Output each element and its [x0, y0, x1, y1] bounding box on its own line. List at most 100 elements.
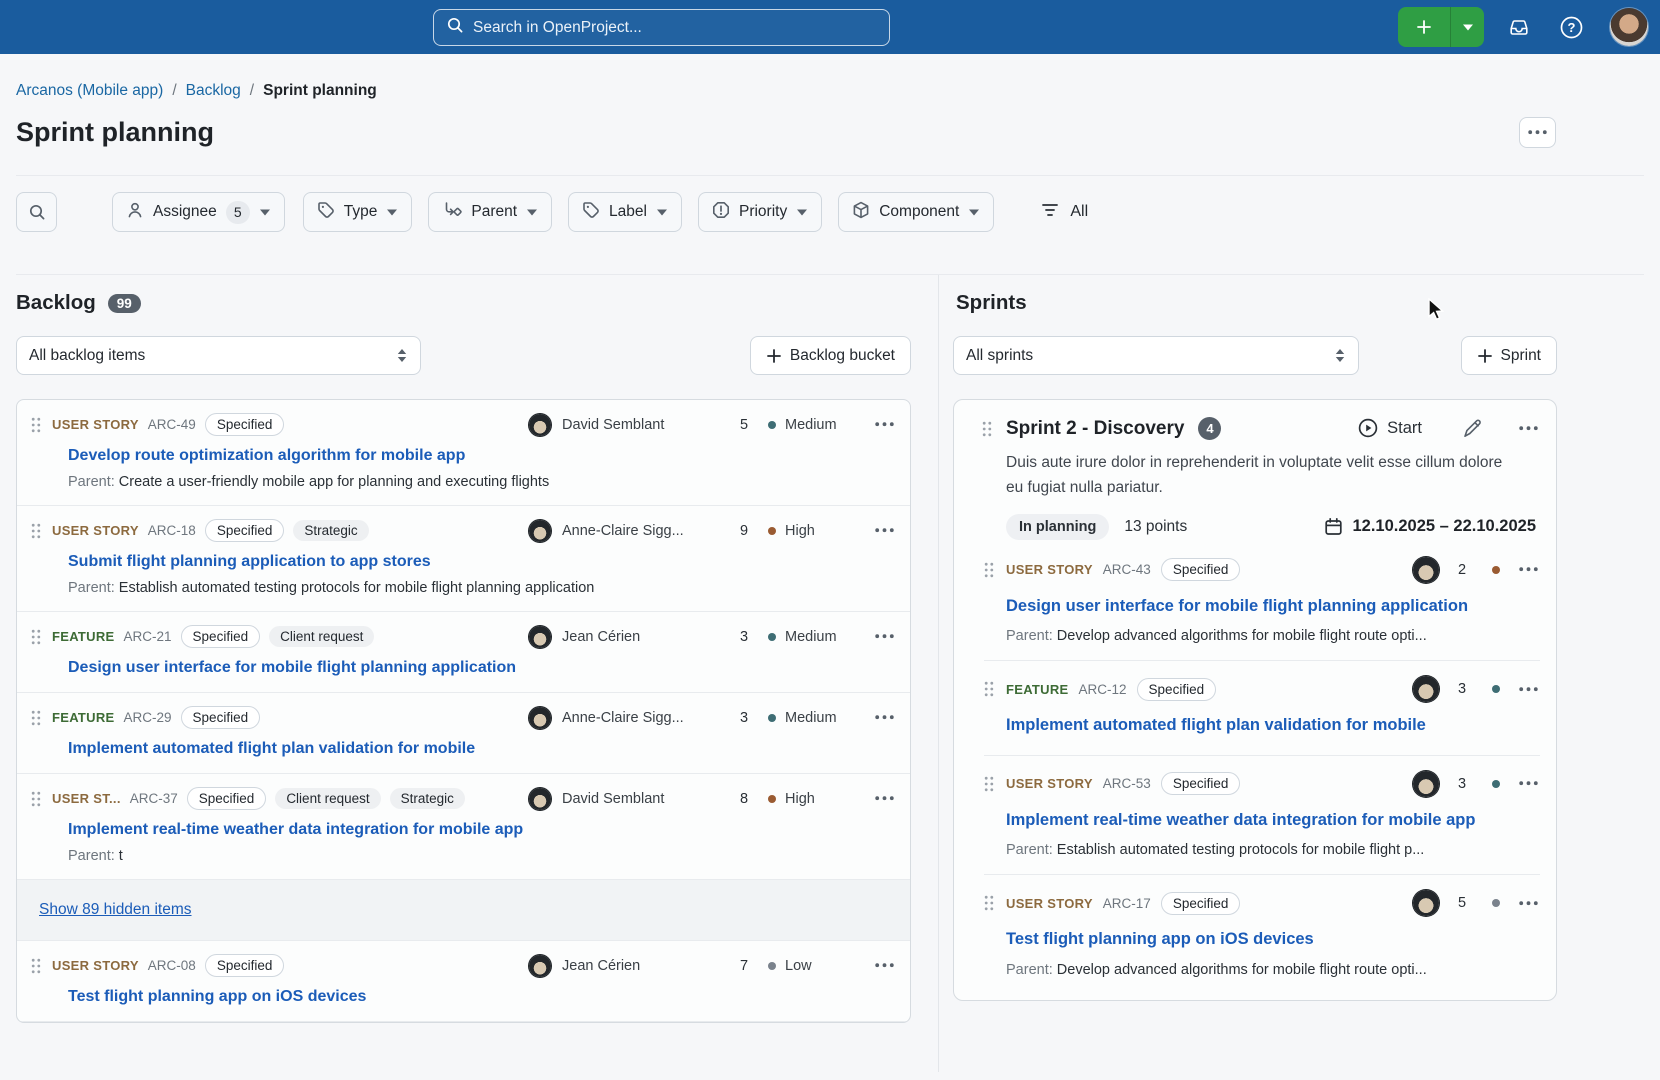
sprint-more-menu-button[interactable] — [1517, 422, 1540, 435]
play-circle-icon — [1358, 418, 1379, 439]
drag-handle[interactable] — [31, 523, 43, 539]
breadcrumb-project-link[interactable]: Arcanos (Mobile app) — [16, 82, 163, 100]
wp-parent: Parent: Create a user-friendly mobile ap… — [68, 474, 896, 490]
priority-dot-icon — [768, 962, 776, 970]
priority-dot-icon — [1492, 685, 1500, 693]
wp-type: FEATURE — [1006, 682, 1069, 697]
wp-title-link[interactable]: Implement real-time weather data integra… — [68, 821, 896, 839]
item-more-menu-button[interactable] — [1517, 777, 1540, 790]
global-search-input[interactable] — [473, 19, 877, 37]
drag-handle[interactable] — [984, 681, 996, 697]
wp-title-link[interactable]: Develop route optimization algorithm for… — [68, 447, 896, 465]
story-points: 3 — [729, 629, 759, 645]
show-hidden-items-link[interactable]: Show 89 hidden items — [39, 901, 192, 918]
backlog-count-badge: 99 — [108, 294, 141, 313]
priority: High — [768, 523, 864, 539]
drag-handle[interactable] — [31, 958, 43, 974]
wp-title-link[interactable]: Implement automated flight plan validati… — [1006, 713, 1484, 739]
help-button[interactable]: ? — [1559, 15, 1584, 40]
wp-title-link[interactable]: Design user interface for mobile flight … — [1006, 594, 1484, 620]
wp-title-link[interactable]: Implement real-time weather data integra… — [1006, 808, 1484, 834]
chevron-down-icon — [796, 208, 808, 217]
assignee-name: Anne-Claire Sigg... — [562, 710, 720, 726]
breadcrumb-backlog-link[interactable]: Backlog — [186, 82, 241, 100]
start-sprint-button[interactable]: Start — [1358, 418, 1422, 439]
status-badge: Specified — [1161, 772, 1241, 795]
sprint-description: Duis aute irure dolor in reprehenderit i… — [1006, 451, 1511, 501]
filter-label[interactable]: Label — [568, 192, 682, 232]
item-more-menu-button[interactable] — [873, 959, 896, 972]
assignee-avatar — [1413, 890, 1439, 916]
item-more-menu-button[interactable] — [1517, 563, 1540, 576]
sprints-view-select[interactable]: All sprints — [953, 336, 1359, 375]
sprints-heading: Sprints — [956, 291, 1027, 315]
drag-handle[interactable] — [31, 710, 43, 726]
pencil-icon — [1462, 419, 1481, 438]
backlog-item-arc-37: USER ST... ARC-37 Specified Client reque… — [17, 774, 910, 880]
filter-all[interactable]: All — [1040, 201, 1088, 224]
create-new-button[interactable] — [1398, 7, 1484, 47]
assignee-name: Jean Cérien — [562, 958, 720, 974]
item-more-menu-button[interactable] — [1517, 897, 1540, 910]
assignee-name: David Semblant — [562, 417, 720, 433]
filter-type[interactable]: Type — [303, 192, 413, 232]
filter-priority[interactable]: Priority — [698, 192, 822, 232]
sprint-item-arc-12: FEATURE ARC-12 Specified 3 Implement aut… — [984, 660, 1540, 755]
notifications-inbox-button[interactable] — [1508, 16, 1531, 39]
item-more-menu-button[interactable] — [1517, 683, 1540, 696]
tag-icon — [317, 201, 335, 224]
drag-handle[interactable] — [31, 629, 43, 645]
priority: Low — [768, 958, 864, 974]
filter-component[interactable]: Component — [838, 192, 994, 232]
wp-title-link[interactable]: Implement automated flight plan validati… — [68, 740, 896, 758]
filter-assignee[interactable]: Assignee 5 — [112, 192, 285, 232]
assignee-avatar — [529, 414, 551, 436]
assignee-name: David Semblant — [562, 791, 720, 807]
sprint-name: Sprint 2 - Discovery — [1006, 418, 1184, 440]
backlog-item-arc-29: FEATURE ARC-29 Specified Anne-Claire Sig… — [17, 693, 910, 774]
breadcrumb-separator: / — [250, 82, 254, 100]
backlog-heading: Backlog — [16, 291, 96, 315]
item-more-menu-button[interactable] — [873, 711, 896, 724]
priority-dot-icon — [1492, 780, 1500, 788]
chevron-down-icon — [526, 208, 538, 217]
priority: Medium — [768, 710, 864, 726]
wp-title-link[interactable]: Design user interface for mobile flight … — [68, 659, 896, 677]
item-more-menu-button[interactable] — [873, 630, 896, 643]
chevron-down-icon[interactable] — [1450, 7, 1484, 47]
drag-handle[interactable] — [31, 417, 43, 433]
item-more-menu-button[interactable] — [873, 418, 896, 431]
user-avatar[interactable] — [1610, 8, 1648, 46]
drag-handle[interactable] — [984, 776, 996, 792]
global-search[interactable] — [433, 9, 890, 46]
add-sprint-button[interactable]: Sprint — [1461, 336, 1558, 375]
wp-title-link[interactable]: Test flight planning app on iOS devices — [68, 988, 896, 1006]
drag-handle[interactable] — [982, 421, 994, 437]
wp-id: ARC-37 — [130, 791, 178, 806]
add-backlog-bucket-button[interactable]: Backlog bucket — [750, 336, 911, 375]
item-more-menu-button[interactable] — [873, 792, 896, 805]
wp-parent: Parent: t — [68, 848, 896, 864]
priority-dot-icon — [768, 633, 776, 641]
sprint-status-badge: In planning — [1006, 514, 1109, 540]
filter-lines-icon — [1040, 201, 1060, 224]
edit-sprint-button[interactable] — [1462, 419, 1481, 438]
wp-title-link[interactable]: Test flight planning app on iOS devices — [1006, 927, 1484, 953]
drag-handle[interactable] — [984, 562, 996, 578]
filter-parent[interactable]: Parent — [428, 192, 552, 232]
wp-parent: Parent: Develop advanced algorithms for … — [1006, 962, 1540, 978]
backlog-view-select[interactable]: All backlog items — [16, 336, 421, 375]
drag-handle[interactable] — [984, 895, 996, 911]
priority-dot-icon — [768, 421, 776, 429]
filter-search-button[interactable] — [16, 192, 57, 232]
wp-id: ARC-21 — [124, 629, 172, 644]
wp-id: ARC-08 — [148, 958, 196, 973]
page-title: Sprint planning — [16, 117, 214, 148]
label-badge: Client request — [269, 626, 374, 647]
wp-title-link[interactable]: Submit flight planning application to ap… — [68, 553, 896, 571]
item-more-menu-button[interactable] — [873, 524, 896, 537]
backlog-list: USER STORY ARC-49 Specified David Sembla… — [16, 399, 911, 1023]
page-more-menu-button[interactable] — [1519, 117, 1556, 148]
drag-handle[interactable] — [31, 791, 43, 807]
story-points: 7 — [729, 958, 759, 974]
